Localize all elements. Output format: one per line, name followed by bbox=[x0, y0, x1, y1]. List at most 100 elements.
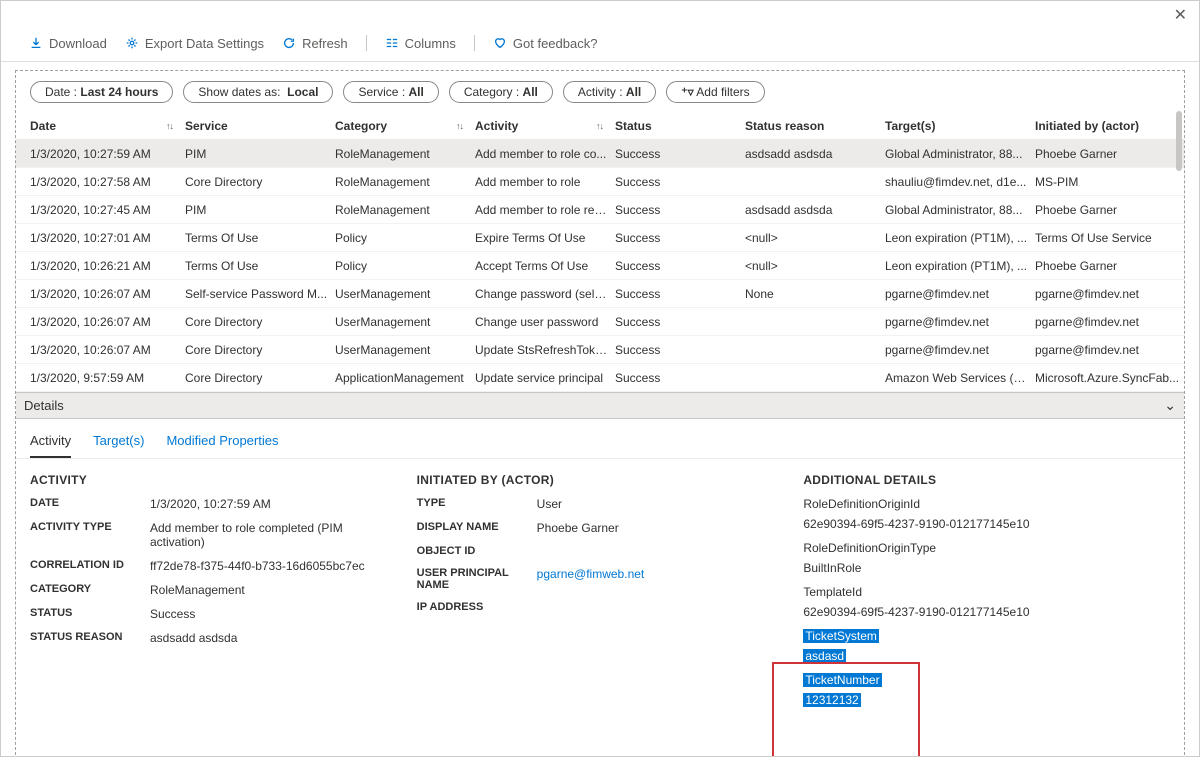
cell-date: 1/3/2020, 10:26:21 AM bbox=[30, 259, 185, 273]
addl-roledeforiginid-key: RoleDefinitionOriginId bbox=[803, 497, 1170, 511]
table-row[interactable]: 1/3/2020, 10:27:01 AMTerms Of UsePolicyE… bbox=[16, 224, 1184, 252]
cell-status: Success bbox=[615, 147, 745, 161]
filter-service[interactable]: Service : All bbox=[343, 81, 438, 103]
tab-targets[interactable]: Target(s) bbox=[93, 433, 144, 458]
details-label: Details bbox=[24, 398, 64, 413]
cell-service: Core Directory bbox=[185, 315, 335, 329]
addl-ticketsystem-key: TicketSystem bbox=[803, 629, 879, 643]
cell-service: PIM bbox=[185, 203, 335, 217]
feedback-button[interactable]: Got feedback? bbox=[493, 36, 598, 51]
detail-date: 1/3/2020, 10:27:59 AM bbox=[150, 497, 397, 511]
scrollbar-thumb[interactable] bbox=[1176, 111, 1182, 171]
cell-targets: Global Administrator, 88... bbox=[885, 147, 1035, 161]
tab-modified[interactable]: Modified Properties bbox=[166, 433, 278, 458]
gear-icon bbox=[125, 36, 139, 50]
table-row[interactable]: 1/3/2020, 9:57:59 AMCore DirectoryApplic… bbox=[16, 364, 1184, 392]
table-row[interactable]: 1/3/2020, 10:26:07 AMCore DirectoryUserM… bbox=[16, 336, 1184, 364]
table-row[interactable]: 1/3/2020, 10:27:59 AMPIMRoleManagementAd… bbox=[16, 140, 1184, 168]
cell-activity: Expire Terms Of Use bbox=[475, 231, 615, 245]
tab-activity[interactable]: Activity bbox=[30, 433, 71, 458]
table-row[interactable]: 1/3/2020, 10:27:58 AMCore DirectoryRoleM… bbox=[16, 168, 1184, 196]
addl-ticketnumber-val: 12312132 bbox=[803, 693, 860, 707]
col-status-reason[interactable]: Status reason bbox=[745, 119, 885, 133]
initiated-heading: INITIATED BY (ACTOR) bbox=[417, 473, 784, 487]
cell-targets: Amazon Web Services (A... bbox=[885, 371, 1035, 385]
cell-date: 1/3/2020, 10:27:59 AM bbox=[30, 147, 185, 161]
download-button[interactable]: Download bbox=[29, 36, 107, 51]
cell-category: Policy bbox=[335, 231, 475, 245]
cell-actor: Microsoft.Azure.SyncFab... bbox=[1035, 371, 1184, 385]
addl-roledeforiginid-val: 62e90394-69f5-4237-9190-012177145e10 bbox=[803, 517, 1170, 531]
cell-activity: Add member to role req... bbox=[475, 203, 615, 217]
cell-status: Success bbox=[615, 259, 745, 273]
table-row[interactable]: 1/3/2020, 10:26:07 AMCore DirectoryUserM… bbox=[16, 308, 1184, 336]
cell-service: Core Directory bbox=[185, 175, 335, 189]
table-row[interactable]: 1/3/2020, 10:27:45 AMPIMRoleManagementAd… bbox=[16, 196, 1184, 224]
col-date[interactable]: Date↑↓ bbox=[30, 119, 185, 133]
addl-ticketnumber-key: TicketNumber bbox=[803, 673, 881, 687]
initiated-by-section: INITIATED BY (ACTOR) TYPEUser DISPLAY NA… bbox=[417, 473, 784, 713]
cell-activity: Accept Terms Of Use bbox=[475, 259, 615, 273]
col-initiated-by[interactable]: Initiated by (actor) bbox=[1035, 119, 1185, 133]
cell-activity: Update service principal bbox=[475, 371, 615, 385]
cell-service: Core Directory bbox=[185, 343, 335, 357]
cell-reason: <null> bbox=[745, 259, 885, 273]
columns-button[interactable]: Columns bbox=[385, 36, 456, 51]
cell-targets: pgarne@fimdev.net bbox=[885, 287, 1035, 301]
cell-reason: <null> bbox=[745, 231, 885, 245]
cell-targets: Leon expiration (PT1M), ... bbox=[885, 231, 1035, 245]
cell-date: 1/3/2020, 10:27:58 AM bbox=[30, 175, 185, 189]
cell-date: 1/3/2020, 10:27:45 AM bbox=[30, 203, 185, 217]
col-activity[interactable]: Activity↑↓ bbox=[475, 119, 615, 133]
filter-show-dates[interactable]: Show dates as: Local bbox=[183, 81, 333, 103]
cell-activity: Add member to role co... bbox=[475, 147, 615, 161]
cell-status: Success bbox=[615, 315, 745, 329]
cell-reason: None bbox=[745, 287, 885, 301]
cell-service: Terms Of Use bbox=[185, 231, 335, 245]
additional-heading: ADDITIONAL DETAILS bbox=[803, 473, 1170, 487]
cell-category: Policy bbox=[335, 259, 475, 273]
cell-activity: Change password (self-s... bbox=[475, 287, 615, 301]
cell-actor: pgarne@fimdev.net bbox=[1035, 343, 1184, 357]
cell-targets: shauliu@fimdev.net, d1e... bbox=[885, 175, 1035, 189]
feedback-label: Got feedback? bbox=[513, 36, 598, 51]
cell-targets: Leon expiration (PT1M), ... bbox=[885, 259, 1035, 273]
additional-details-section: ADDITIONAL DETAILS RoleDefinitionOriginI… bbox=[803, 473, 1170, 713]
filter-category[interactable]: Category : All bbox=[449, 81, 553, 103]
table-row[interactable]: 1/3/2020, 10:26:07 AMSelf-service Passwo… bbox=[16, 280, 1184, 308]
cell-category: RoleManagement bbox=[335, 175, 475, 189]
add-filters-button[interactable]: ⁺▿ Add filters bbox=[666, 81, 764, 103]
chevron-down-icon: ⌄ bbox=[1164, 397, 1176, 414]
refresh-label: Refresh bbox=[302, 36, 348, 51]
cell-category: UserManagement bbox=[335, 343, 475, 357]
columns-label: Columns bbox=[405, 36, 456, 51]
heart-icon bbox=[493, 36, 507, 50]
download-icon bbox=[29, 36, 43, 50]
col-targets[interactable]: Target(s) bbox=[885, 119, 1035, 133]
addl-templateid-val: 62e90394-69f5-4237-9190-012177145e10 bbox=[803, 605, 1170, 619]
refresh-button[interactable]: Refresh bbox=[282, 36, 348, 51]
detail-category: RoleManagement bbox=[150, 583, 397, 597]
cell-category: RoleManagement bbox=[335, 203, 475, 217]
detail-upn[interactable]: pgarne@fimweb.net bbox=[537, 567, 784, 591]
cell-actor: pgarne@fimdev.net bbox=[1035, 287, 1184, 301]
table-row[interactable]: 1/3/2020, 10:26:21 AMTerms Of UsePolicyA… bbox=[16, 252, 1184, 280]
detail-actor-type: User bbox=[537, 497, 784, 511]
close-icon[interactable]: ✕ bbox=[1174, 5, 1187, 25]
filter-date[interactable]: Date : Last 24 hours bbox=[30, 81, 173, 103]
detail-correlation-id: ff72de78-f375-44f0-b733-16d6055bc7ec bbox=[150, 559, 397, 573]
detail-status: Success bbox=[150, 607, 397, 621]
addl-ticketsystem-val: asdasd bbox=[803, 649, 846, 663]
refresh-icon bbox=[282, 36, 296, 50]
activity-section: ACTIVITY DATE1/3/2020, 10:27:59 AM ACTIV… bbox=[30, 473, 397, 713]
cell-status: Success bbox=[615, 231, 745, 245]
cell-category: ApplicationManagement bbox=[335, 371, 475, 385]
filter-activity[interactable]: Activity : All bbox=[563, 81, 656, 103]
cell-actor: pgarne@fimdev.net bbox=[1035, 315, 1184, 329]
col-service[interactable]: Service bbox=[185, 119, 335, 133]
details-toggle[interactable]: Details ⌄ bbox=[16, 392, 1184, 419]
col-category[interactable]: Category↑↓ bbox=[335, 119, 475, 133]
export-button[interactable]: Export Data Settings bbox=[125, 36, 264, 51]
filter-bar: Date : Last 24 hours Show dates as: Loca… bbox=[16, 71, 1184, 113]
col-status[interactable]: Status bbox=[615, 119, 745, 133]
